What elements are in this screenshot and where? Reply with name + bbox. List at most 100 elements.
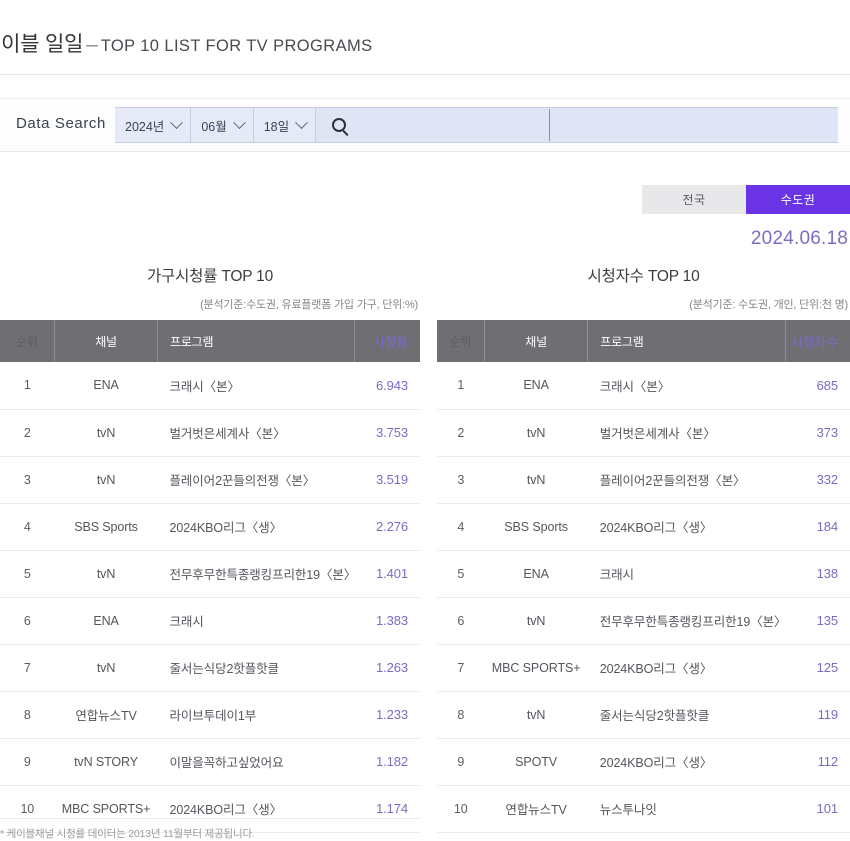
column-header-channel: 채널 [483,320,588,362]
table-row[interactable]: 2 tvN 벌거벗은세계사〈본〉 373 [437,409,850,457]
cell-program: 전무후무한특종랭킹프리한19〈본〉 [157,550,356,598]
cell-rank: 9 [0,738,55,786]
cell-program: 전무후무한특종랭킹프리한19〈본〉 [587,597,787,645]
cell-rank: 2 [0,409,55,457]
search-fields-group: 2024년 06월 18일 [115,107,838,143]
table-row[interactable]: 3 tvN 플레이어2꾼들의전쟁〈본〉 3.519 [0,456,420,504]
viewer-count-title: 시청자수 TOP 10 [587,268,700,285]
cell-program: 2024KBO리그〈생〉 [587,644,786,692]
cell-rank: 8 [437,691,485,739]
data-search-bar: Data Search 2024년 06월 18일 [0,98,850,152]
footnote: * 케이블채널 시청률 데이터는 2013년 11월부터 제공됩니다. [0,818,420,841]
column-header-rank: 순위 [437,320,485,362]
cell-channel: tvN STORY [54,738,158,786]
region-button-nationwide[interactable]: 전국 [642,185,746,214]
cell-value: 112 [785,738,850,786]
cell-channel: ENA [484,362,588,410]
cell-program: 라이브투데이1부 [157,691,355,739]
cell-rank: 9 [437,738,485,786]
month-select[interactable]: 06월 [191,108,254,142]
cell-program: 벌거벗은세계사〈본〉 [587,409,786,457]
cell-value: 332 [785,456,850,504]
cell-channel: tvN [54,409,158,457]
cell-value: 373 [785,409,850,457]
cell-channel: ENA [54,597,158,645]
data-search-label: Data Search [16,115,106,132]
cell-program: 플레이어2꾼들의전쟁〈본〉 [587,456,786,504]
table-row[interactable]: 5 ENA 크래시 138 [437,550,850,598]
cell-value: 1.263 [354,644,420,692]
cell-rank: 4 [437,503,485,551]
search-secondary-input[interactable] [550,108,838,142]
region-button-metro[interactable]: 수도권 [746,185,850,214]
viewer-count-subtitle: (분석기준: 수도권, 개인, 단위:천 명) [689,299,848,311]
cell-rank: 2 [437,409,485,457]
page-header: 케이블 일일–TOP 10 LIST FOR TV PROGRAMS [0,0,850,75]
page-title-korean: 케이블 일일 [0,33,84,56]
table-row[interactable]: 9 SPOTV 2024KBO리그〈생〉 112 [437,738,850,786]
cell-rank: 7 [437,644,485,692]
table-row[interactable]: 3 tvN 플레이어2꾼들의전쟁〈본〉 332 [437,456,850,504]
cell-value: 138 [785,550,850,598]
viewer-count-table: 순위 채널 프로그램 시청자수 1 ENA 크래시〈본〉 685 2 tvN 벌… [437,320,850,833]
chevron-down-icon [295,115,308,129]
cell-program: 크래시〈본〉 [157,362,355,410]
cell-rank: 1 [0,362,55,410]
year-select[interactable]: 2024년 [115,108,192,142]
cell-program: 크래시 [587,550,786,598]
selected-date-display: 2024.06.18 [750,228,848,249]
cell-channel: tvN [54,550,158,598]
table-row[interactable]: 9 tvN STORY 이말을꼭하고싶었어요 1.182 [0,738,420,786]
table-row[interactable]: 2 tvN 벌거벗은세계사〈본〉 3.753 [0,409,420,457]
cell-value: 125 [785,644,850,692]
cell-program: 줄서는식당2핫플핫클 [157,644,355,692]
cell-channel: ENA [54,362,158,410]
viewer-count-table-block: 시청자수 TOP 10 (분석기준: 수도권, 개인, 단위:천 명) 순위 채… [437,262,850,833]
cell-value: 1.233 [354,691,420,739]
chevron-down-icon [232,115,246,129]
page-title-english: TOP 10 LIST FOR TV PROGRAMS [100,37,373,55]
household-rating-table: 순위 채널 프로그램 시청률 1 ENA 크래시〈본〉 6.943 2 tvN … [0,320,420,833]
table-row[interactable]: 7 tvN 줄서는식당2핫플핫클 1.263 [0,644,420,692]
cell-value: 3.519 [354,456,420,504]
cell-channel: tvN [484,597,588,645]
table-row[interactable]: 10 연합뉴스TV 뉴스투나잇 101 [437,785,850,833]
cell-rank: 3 [0,456,55,504]
cell-value: 135 [785,597,850,645]
search-icon [332,118,347,132]
cell-rank: 5 [0,550,55,598]
table-header-row: 순위 채널 프로그램 시청률 [0,320,420,362]
cell-rank: 10 [437,785,485,833]
cell-channel: tvN [484,691,588,739]
table-row[interactable]: 5 tvN 전무후무한특종랭킹프리한19〈본〉 1.401 [0,550,420,598]
page-title: 케이블 일일–TOP 10 LIST FOR TV PROGRAMS [0,28,373,58]
region-toggle: 전국 수도권 [642,185,850,214]
day-select[interactable]: 18일 [253,108,317,142]
household-rating-table-block: 가구시청률 TOP 10 (분석기준:수도권, 유료플랫폼 가입 가구, 단위:… [0,262,420,833]
cell-program: 2024KBO리그〈생〉 [587,738,786,786]
column-header-value: 시청자수 [785,320,850,362]
cell-channel: tvN [54,456,158,504]
table-row[interactable]: 8 연합뉴스TV 라이브투데이1부 1.233 [0,691,420,739]
search-input[interactable] [362,108,549,142]
table-row[interactable]: 6 tvN 전무후무한특종랭킹프리한19〈본〉 135 [437,597,850,645]
cell-rank: 6 [437,597,485,645]
table-row[interactable]: 1 ENA 크래시〈본〉 6.943 [0,362,420,410]
table-row[interactable]: 4 SBS Sports 2024KBO리그〈생〉 2.276 [0,503,420,551]
table-row[interactable]: 6 ENA 크래시 1.383 [0,597,420,645]
table-row[interactable]: 8 tvN 줄서는식당2핫플핫클 119 [437,691,850,739]
cell-value: 6.943 [354,362,420,410]
table-row[interactable]: 4 SBS Sports 2024KBO리그〈생〉 184 [437,503,850,551]
column-header-value: 시청률 [354,320,420,362]
cell-channel: SBS Sports [484,503,588,551]
cell-value: 1.182 [354,738,420,786]
cell-value: 184 [785,503,850,551]
table-row[interactable]: 7 MBC SPORTS+ 2024KBO리그〈생〉 125 [437,644,850,692]
table-row[interactable]: 1 ENA 크래시〈본〉 685 [437,362,850,410]
cell-value: 119 [785,691,850,739]
cell-channel: 연합뉴스TV [54,691,158,739]
search-button[interactable] [316,108,362,142]
cell-rank: 5 [437,550,485,598]
cell-value: 2.276 [354,503,420,551]
cell-rank: 1 [437,362,485,410]
